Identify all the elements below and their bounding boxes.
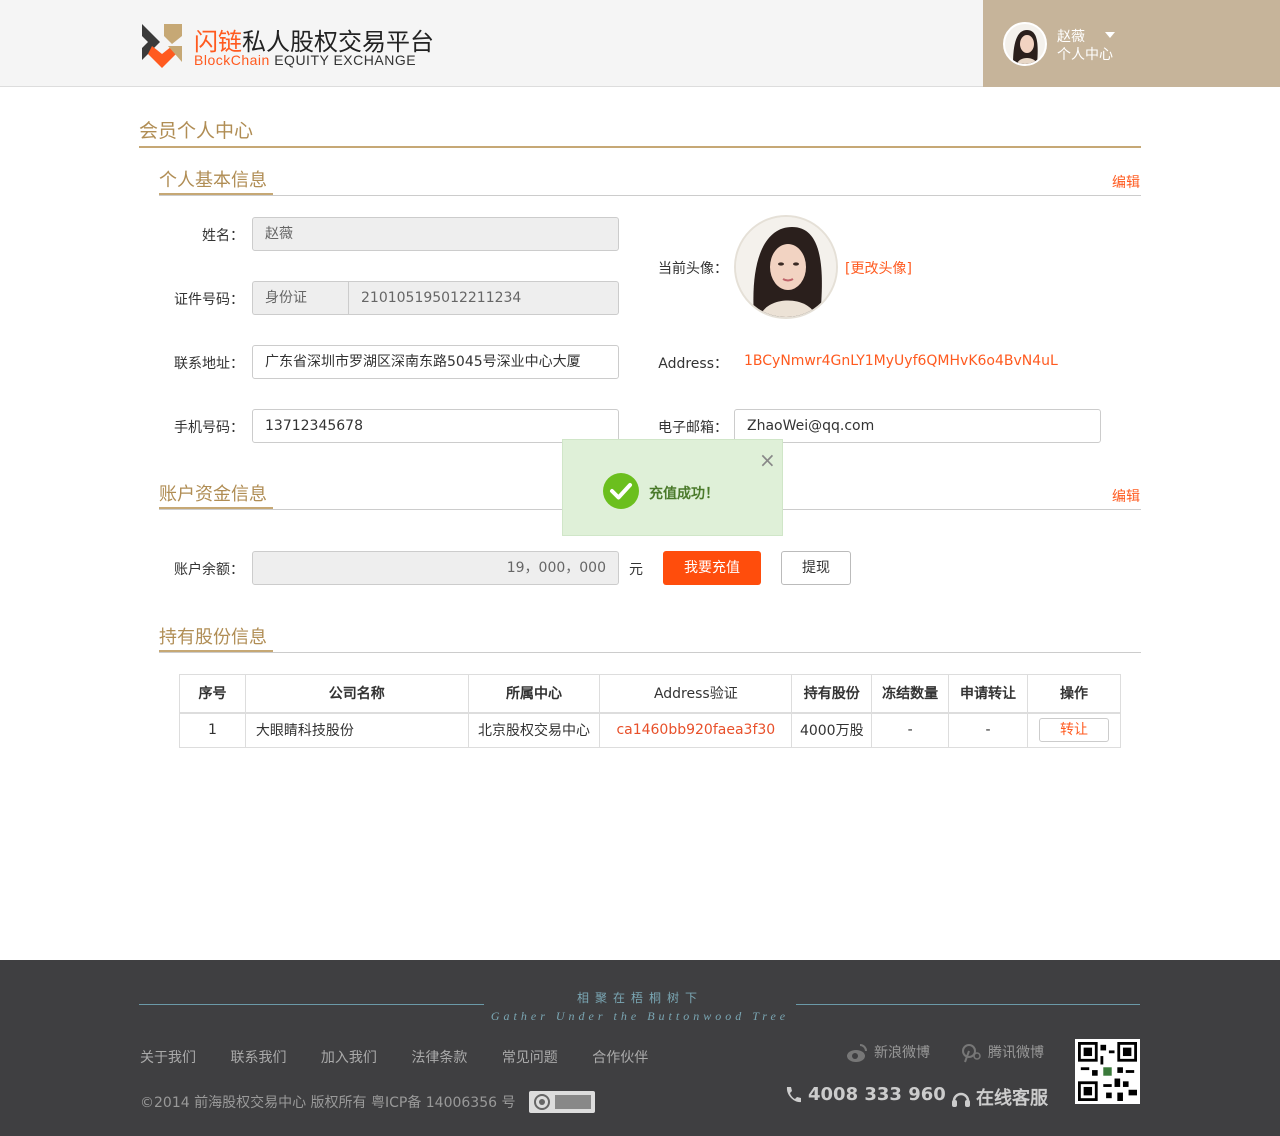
online-service-label: 在线客服 xyxy=(976,1088,1048,1109)
chevron-down-icon[interactable] xyxy=(1105,32,1115,38)
weibo-icon xyxy=(847,1044,867,1062)
user-avatar[interactable] xyxy=(1003,22,1047,66)
address-field[interactable]: 广东省深圳市罗湖区深南东路5045号深业中心大厦 xyxy=(252,345,619,379)
withdraw-button[interactable]: 提现 xyxy=(781,551,851,585)
change-avatar-link[interactable]: [更改头像] xyxy=(845,258,912,278)
holdings-divider xyxy=(159,652,1141,653)
currency-unit: 元 xyxy=(629,562,643,578)
column-header: 公司名称 xyxy=(244,674,469,714)
id-number-field[interactable]: 210105195012211234 xyxy=(348,281,619,315)
headset-icon xyxy=(952,1092,970,1107)
hotline-number: 4008 333 960 xyxy=(808,1084,946,1105)
transfer-button[interactable]: 转让 xyxy=(1039,718,1109,743)
column-header: 操作 xyxy=(1027,674,1121,714)
slogan-chinese: 相聚在梧桐树下 xyxy=(576,991,703,1005)
sina-weibo-label: 新浪微博 xyxy=(874,1045,930,1061)
basic-info-edit-link[interactable]: 编辑 xyxy=(1112,172,1140,192)
sina-weibo-link[interactable]: 新浪微博 xyxy=(846,1042,930,1064)
success-toast: 充值成功！ × xyxy=(562,439,783,536)
column-header: 持有股份 xyxy=(791,674,873,714)
name-label: 姓名： xyxy=(202,228,244,244)
row-action: 转让 xyxy=(1027,712,1121,748)
page-title-divider xyxy=(139,146,1141,148)
footer: 相聚在梧桐树下 Gather Under the Buttonwood Tree… xyxy=(0,960,1280,1136)
row-index: 1 xyxy=(179,712,246,748)
chain-address-label: Address： xyxy=(658,356,728,372)
page-title: 会员个人中心 xyxy=(139,120,254,142)
account-info-edit-link[interactable]: 编辑 xyxy=(1112,486,1140,506)
close-icon[interactable]: × xyxy=(759,448,776,472)
check-circle-icon xyxy=(603,473,639,509)
footer-link-about[interactable]: 关于我们 xyxy=(140,1050,196,1066)
column-header: 申请转让 xyxy=(948,674,1028,714)
id-type-field[interactable]: 身份证 xyxy=(252,281,349,315)
hotline[interactable]: 4008 333 960 xyxy=(782,1084,946,1106)
basic-info-divider xyxy=(159,195,1141,196)
chain-address-value: 1BCyNmwr4GnLY1MyUyf6QMHvK6o4BvN4uL xyxy=(744,353,1058,369)
row-center: 北京股权交易中心 xyxy=(467,712,601,748)
id-label: 证件号码： xyxy=(174,292,244,308)
row-shares: 4000万股 xyxy=(791,712,873,748)
column-header: Address验证 xyxy=(599,674,793,714)
slogan-english: Gather Under the Buttonwood Tree xyxy=(490,1009,790,1023)
toast-message: 充值成功！ xyxy=(649,486,719,502)
address-label: 联系地址： xyxy=(174,356,244,372)
footer-link-faq[interactable]: 常见问题 xyxy=(502,1050,558,1066)
balance-label: 账户余额： xyxy=(174,562,244,578)
tencent-weibo-link[interactable]: 腾讯微博 xyxy=(960,1042,1044,1064)
tencent-weibo-label: 腾讯微博 xyxy=(988,1045,1044,1061)
row-company: 大眼睛科技股份 xyxy=(244,712,469,748)
email-field[interactable]: ZhaoWei@qq.com xyxy=(734,409,1101,443)
balance-field[interactable]: 19，000，000 xyxy=(252,551,619,585)
header: 闪链私人股权交易平台 BlockChain EQUITY EXCHANGE 赵薇… xyxy=(0,0,1280,87)
footer-link-legal[interactable]: 法律条款 xyxy=(411,1050,467,1066)
user-menu[interactable]: 赵薇 个人中心 xyxy=(983,0,1280,87)
current-avatar xyxy=(734,215,838,319)
column-header: 序号 xyxy=(179,674,246,714)
trust-badge-icon[interactable] xyxy=(529,1091,595,1113)
logo-mark-icon xyxy=(142,24,182,68)
name-field[interactable]: 赵薇 xyxy=(252,217,619,251)
logo[interactable]: 闪链私人股权交易平台 BlockChain EQUITY EXCHANGE xyxy=(138,18,434,70)
online-service-link[interactable]: 在线客服 xyxy=(950,1084,1048,1110)
user-name[interactable]: 赵薇 xyxy=(1057,26,1085,46)
holdings-table: 序号 公司名称 所属中心 Address验证 持有股份 冻结数量 申请转让 操作… xyxy=(179,674,1121,748)
logo-subtitle: BlockChain EQUITY EXCHANGE xyxy=(194,52,417,68)
footer-link-join[interactable]: 加入我们 xyxy=(321,1050,377,1066)
basic-info-title: 个人基本信息 xyxy=(159,170,267,191)
tencent-weibo-icon xyxy=(962,1044,981,1063)
recharge-button[interactable]: 我要充值 xyxy=(663,551,761,585)
footer-link-partners[interactable]: 合作伙伴 xyxy=(592,1050,648,1066)
footer-links: 关于我们 联系我们 加入我们 法律条款 常见问题 合作伙伴 xyxy=(140,1047,678,1067)
copyright: ©2014 前海股权交易中心 版权所有 粤ICP备 14006356 号 xyxy=(140,1095,516,1111)
avatar-label: 当前头像： xyxy=(658,261,728,277)
row-applying: - xyxy=(948,712,1028,748)
row-address: ca1460bb920faea3f30 xyxy=(599,712,793,748)
row-frozen: - xyxy=(871,712,950,748)
avatar-portrait-icon xyxy=(1005,24,1045,64)
user-center-link[interactable]: 个人中心 xyxy=(1057,44,1113,64)
email-label: 电子邮箱： xyxy=(658,420,728,436)
table-row: 1 大眼睛科技股份 北京股权交易中心 ca1460bb920faea3f30 4… xyxy=(179,712,1121,748)
phone-icon xyxy=(786,1087,801,1103)
account-info-title: 账户资金信息 xyxy=(159,484,267,505)
avatar-portrait-icon xyxy=(736,217,836,317)
column-header: 所属中心 xyxy=(467,674,601,714)
column-header: 冻结数量 xyxy=(871,674,950,714)
table-header-row: 序号 公司名称 所属中心 Address验证 持有股份 冻结数量 申请转让 操作 xyxy=(179,674,1121,714)
phone-field[interactable]: 13712345678 xyxy=(252,409,619,443)
qr-code-icon xyxy=(1075,1039,1140,1104)
phone-label: 手机号码： xyxy=(174,420,244,436)
footer-link-contact[interactable]: 联系我们 xyxy=(230,1050,286,1066)
holdings-title: 持有股份信息 xyxy=(159,627,267,648)
